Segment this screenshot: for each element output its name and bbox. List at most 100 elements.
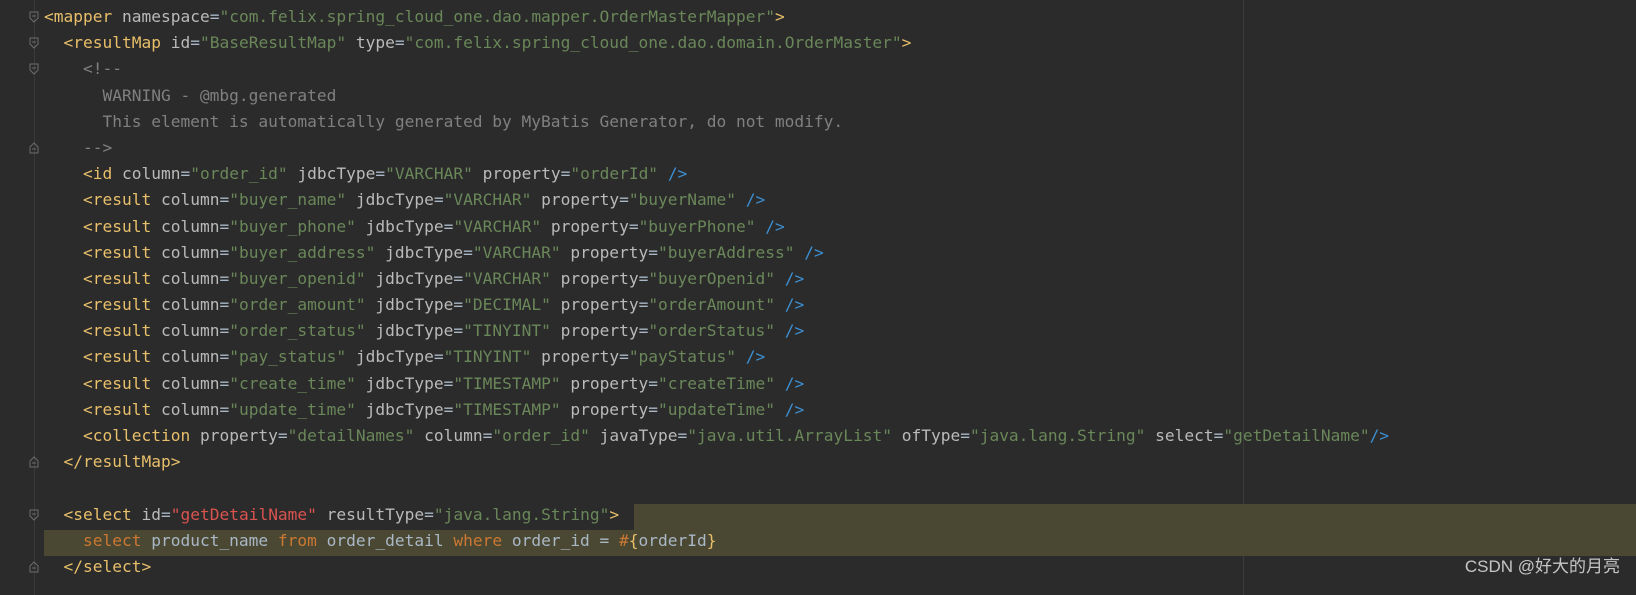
code-line[interactable]: <result column="order_status" jdbcType="… (44, 318, 1389, 344)
code-token: "buyer_phone" (229, 216, 356, 236)
code-token: jdbcType (355, 190, 434, 210)
code-token: = (219, 347, 230, 367)
code-token: = (219, 399, 230, 419)
code-line[interactable]: <resultMap id="BaseResultMap" type="com.… (44, 30, 1389, 56)
code-line[interactable]: <collection property="detailNames" colum… (44, 423, 1389, 449)
fold-minus-icon[interactable] (28, 63, 40, 76)
code-line[interactable]: <result column="create_time" jdbcType="T… (44, 371, 1389, 397)
code-line[interactable]: </resultMap> (44, 449, 1389, 475)
code-token: = (482, 426, 493, 445)
code-token: = (960, 426, 970, 445)
code-token: result (92, 216, 152, 236)
fold-minus-icon[interactable] (28, 509, 40, 521)
code-token: > (170, 452, 181, 472)
code-token: < (82, 295, 93, 315)
code-line[interactable]: <!-- (44, 56, 1389, 82)
code-token: = (638, 321, 649, 341)
code-line[interactable]: <result column="order_amount" jdbcType="… (44, 292, 1389, 318)
code-token: "pay_status" (229, 347, 347, 367)
code-editor[interactable]: <mapper namespace="com.felix.spring_clou… (0, 0, 1636, 595)
code-line[interactable]: <result column="buyer_name" jdbcType="VA… (44, 187, 1389, 213)
code-token: = (433, 347, 444, 367)
code-token: select (1155, 426, 1214, 445)
code-line[interactable]: --> (44, 135, 1389, 161)
gutter-divider (34, 0, 35, 595)
code-token: = (443, 373, 454, 393)
code-token: = (180, 164, 191, 184)
code-token: = (453, 321, 464, 341)
fold-end-icon[interactable] (28, 456, 40, 468)
code-token: = (443, 216, 454, 236)
code-line[interactable]: <result column="update_time" jdbcType="T… (44, 397, 1389, 423)
code-token: result (92, 295, 152, 315)
code-token: /> (784, 321, 805, 341)
code-token: property (560, 295, 639, 315)
code-line[interactable]: <result column="buyer_openid" jdbcType="… (44, 266, 1389, 292)
fold-end-icon[interactable] (28, 561, 40, 573)
code-token: "buyerAddress" (658, 242, 795, 262)
code-token: = (619, 190, 629, 210)
code-token: <!-- (44, 59, 122, 79)
code-line[interactable]: <select id="getDetailName" resultType="j… (44, 502, 1389, 528)
code-area[interactable]: <mapper namespace="com.felix.spring_clou… (44, 4, 1389, 580)
fold-end-icon[interactable] (28, 142, 40, 154)
code-token: < (82, 399, 93, 419)
code-line[interactable]: <result column="buyer_phone" jdbcType="V… (44, 214, 1389, 240)
code-token: = (219, 190, 230, 210)
code-line[interactable]: WARNING - @mbg.generated (44, 83, 1389, 109)
code-token: "updateTime" (658, 399, 775, 419)
code-token: type (355, 33, 395, 53)
code-token: collection (92, 426, 191, 445)
code-token: select (73, 504, 132, 524)
code-token: < (82, 373, 93, 393)
code-token: jdbcType (365, 373, 444, 393)
code-line[interactable] (44, 475, 1389, 501)
code-line[interactable]: <mapper namespace="com.felix.spring_clou… (44, 4, 1389, 30)
code-token: "orderId" (570, 164, 659, 184)
code-token: = (394, 33, 405, 53)
code-token: /> (804, 242, 824, 262)
code-token: result (92, 399, 152, 419)
code-line[interactable]: </select> (44, 554, 1389, 580)
code-line[interactable]: This element is automatically generated … (44, 109, 1389, 135)
code-token: id (170, 33, 191, 53)
code-token: "VARCHAR" (385, 164, 473, 184)
code-token: "TIMESTAMP" (453, 373, 561, 393)
code-token: "VARCHAR" (453, 216, 542, 236)
code-line[interactable]: <result column="buyer_address" jdbcType=… (44, 240, 1389, 266)
code-line[interactable]: <id column="order_id" jdbcType="VARCHAR"… (44, 161, 1389, 187)
code-token: = (1213, 426, 1224, 445)
fold-minus-icon[interactable] (28, 37, 40, 49)
code-token: /> (745, 347, 766, 367)
fold-minus-icon[interactable] (28, 11, 40, 23)
code-line[interactable]: select product_name from order_detail wh… (44, 528, 1389, 554)
code-token: </ (63, 556, 84, 576)
code-token: column (160, 295, 220, 315)
code-line[interactable]: <result column="pay_status" jdbcType="TI… (44, 344, 1389, 370)
code-token: = (219, 295, 230, 315)
code-token: "com.felix.spring_cloud_one.dao.domain.O… (404, 33, 902, 53)
code-token: "payStatus" (628, 347, 737, 367)
code-token: /> (784, 399, 805, 419)
